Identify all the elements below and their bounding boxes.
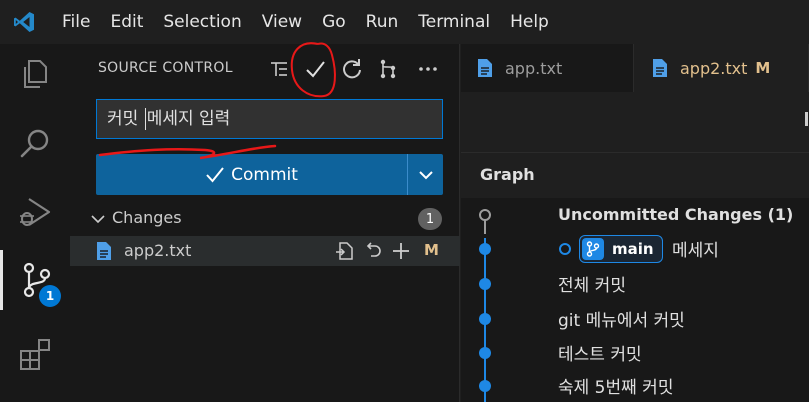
menu-help[interactable]: Help xyxy=(500,0,559,44)
branch-name: main xyxy=(612,240,654,258)
changes-group-header[interactable]: Changes 1 xyxy=(70,206,460,232)
changes-label: Changes xyxy=(112,208,182,227)
refresh-button[interactable] xyxy=(337,54,367,84)
more-actions-button[interactable] xyxy=(413,54,443,84)
tab-app-txt[interactable]: app.txt xyxy=(461,44,634,92)
text-caret xyxy=(144,108,146,130)
refresh-icon xyxy=(343,59,361,79)
graph-title: Graph xyxy=(480,165,535,184)
source-control-badge: 1 xyxy=(39,285,61,307)
branch-icon xyxy=(582,238,604,260)
source-control-panel: SOURCE CONTROL 커밋 메세지 입력 Commit Changes … xyxy=(70,44,460,402)
panel-header: SOURCE CONTROL xyxy=(70,44,460,94)
editor-text-fragment xyxy=(805,112,808,126)
graph-head-marker xyxy=(559,243,571,255)
explorer-icon xyxy=(24,60,47,88)
menu-bar: File Edit Selection View Go Run Terminal… xyxy=(52,0,559,44)
graph-panel-header: Graph xyxy=(461,152,809,198)
commit-dropdown-button[interactable] xyxy=(407,154,443,195)
file-name: app2.txt xyxy=(124,241,192,260)
search-icon xyxy=(20,129,49,158)
editor-tabs: app.txt app2.txt M xyxy=(461,44,809,92)
ellipsis-icon xyxy=(419,67,437,71)
chevron-down-icon xyxy=(91,215,105,224)
menu-view[interactable]: View xyxy=(252,0,312,44)
graph-commit-message[interactable]: 테스트 커밋 xyxy=(558,340,642,365)
commit-graph-button[interactable] xyxy=(373,54,403,84)
tab-app2-txt[interactable]: app2.txt M xyxy=(634,44,809,92)
graph-panel: Uncommitted Changes (1) main 메세지 전체 커밋 g… xyxy=(461,198,809,402)
graph-commit-node xyxy=(479,347,491,359)
activity-source-control[interactable]: 1 xyxy=(0,250,70,310)
graph-commit-message[interactable]: git 메뉴에서 커밋 xyxy=(558,306,685,331)
go-to-file-icon xyxy=(336,242,353,260)
graph-uncommitted-node xyxy=(479,209,491,221)
graph-commit-message[interactable]: 전체 커밋 xyxy=(558,271,626,296)
graph-commit-node xyxy=(479,313,491,325)
file-icon xyxy=(478,59,492,77)
panel-title: SOURCE CONTROL xyxy=(98,60,233,76)
git-graph-icon xyxy=(380,59,396,79)
file-icon xyxy=(97,242,111,260)
graph-commit-node xyxy=(479,278,491,290)
commit-button-label: Commit xyxy=(231,164,298,185)
menu-terminal[interactable]: Terminal xyxy=(408,0,500,44)
graph-commit-message[interactable]: 메세지 xyxy=(672,236,719,261)
commit-message-input[interactable]: 커밋 메세지 입력 xyxy=(96,99,443,139)
view-as-tree-button[interactable] xyxy=(264,54,294,84)
commit-check-button[interactable] xyxy=(300,54,330,84)
open-file-button[interactable] xyxy=(334,240,356,262)
commit-message-text-before: 커밋 xyxy=(107,109,144,129)
graph-commit-message[interactable]: 숙제 5번째 커밋 xyxy=(558,373,673,398)
activity-explorer[interactable] xyxy=(0,44,70,104)
check-icon xyxy=(306,61,325,78)
title-bar: File Edit Selection View Go Run Terminal… xyxy=(0,0,809,44)
commit-message-text-after: 메세지 입력 xyxy=(146,109,231,129)
changed-file-row[interactable]: app2.txt M xyxy=(70,236,460,266)
graph-commit-node xyxy=(479,380,491,392)
tab-label: app2.txt xyxy=(680,58,748,78)
menu-run[interactable]: Run xyxy=(356,0,409,44)
menu-go[interactable]: Go xyxy=(312,0,356,44)
activity-search[interactable] xyxy=(0,114,70,174)
activity-extensions[interactable] xyxy=(0,324,70,384)
editor-area[interactable] xyxy=(461,92,809,150)
activity-bar: 1 xyxy=(0,44,70,402)
graph-connector xyxy=(484,220,486,234)
tab-label: app.txt xyxy=(505,58,563,78)
stage-changes-button[interactable] xyxy=(390,240,412,262)
menu-selection[interactable]: Selection xyxy=(153,0,251,44)
file-modified-status: M xyxy=(424,241,439,259)
commit-button[interactable]: Commit xyxy=(96,154,407,195)
list-tree-icon xyxy=(271,62,287,76)
menu-edit[interactable]: Edit xyxy=(100,0,153,44)
discard-changes-button[interactable] xyxy=(362,240,384,262)
file-icon xyxy=(653,59,667,77)
git-branch-glyph xyxy=(586,241,600,257)
graph-uncommitted-label[interactable]: Uncommitted Changes (1) xyxy=(558,205,793,224)
plus-icon xyxy=(393,243,409,259)
branch-badge[interactable]: main xyxy=(579,235,663,263)
graph-commit-node xyxy=(479,243,491,255)
menu-file[interactable]: File xyxy=(52,0,100,44)
run-debug-icon xyxy=(20,198,51,226)
extensions-icon xyxy=(20,339,50,370)
vscode-logo-icon xyxy=(14,12,34,32)
changes-count-badge: 1 xyxy=(418,208,442,230)
discard-icon xyxy=(366,242,381,257)
tab-modified-status: M xyxy=(755,59,771,77)
check-icon xyxy=(206,166,224,183)
activity-run-debug[interactable] xyxy=(0,182,70,242)
chevron-down-icon xyxy=(418,170,433,179)
